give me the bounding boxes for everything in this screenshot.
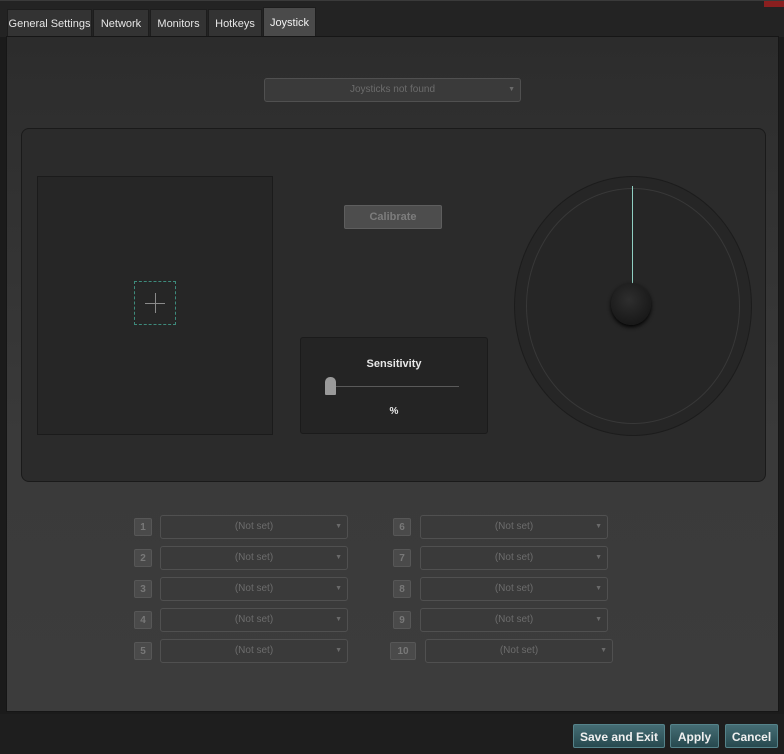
chevron-down-icon: ▼ <box>595 523 602 530</box>
slot-select[interactable]: (Not set) ▼ <box>160 577 348 601</box>
joystick-device-value: Joysticks not found <box>349 84 436 95</box>
tab-hotkeys[interactable]: Hotkeys <box>208 9 262 37</box>
joystick-preview-area: Calibrate Sensitivity % <box>21 128 766 482</box>
slot-number: 2 <box>134 549 152 567</box>
rotation-dial <box>514 176 752 436</box>
calibrate-button[interactable]: Calibrate <box>344 205 442 229</box>
slot-select[interactable]: (Not set) ▼ <box>425 639 613 663</box>
action-bar: Save and Exit Apply Cancel <box>0 714 784 754</box>
slot-value: (Not set) <box>494 552 534 563</box>
slot-number: 6 <box>393 518 411 536</box>
joystick-device-select[interactable]: Joysticks not found ▼ <box>264 78 521 102</box>
slot-number: 5 <box>134 642 152 660</box>
crosshair-icon <box>134 281 176 325</box>
chevron-down-icon: ▼ <box>335 647 342 654</box>
crosshair-vertical <box>155 293 156 313</box>
tab-joystick[interactable]: Joystick <box>263 7 316 38</box>
slot-value: (Not set) <box>494 614 534 625</box>
slot-number: 9 <box>393 611 411 629</box>
slot-value: (Not set) <box>234 552 274 563</box>
chevron-down-icon: ▼ <box>508 86 515 93</box>
slot-value: (Not set) <box>234 614 274 625</box>
sensitivity-panel: Sensitivity % <box>300 337 488 434</box>
chevron-down-icon: ▼ <box>335 554 342 561</box>
chevron-down-icon: ▼ <box>335 616 342 623</box>
sensitivity-slider-thumb[interactable] <box>325 377 336 395</box>
chevron-down-icon: ▼ <box>595 585 602 592</box>
cancel-button[interactable]: Cancel <box>725 724 778 748</box>
slot-select[interactable]: (Not set) ▼ <box>160 608 348 632</box>
chevron-down-icon: ▼ <box>595 616 602 623</box>
slot-value: (Not set) <box>234 645 274 656</box>
tab-monitors[interactable]: Monitors <box>150 9 207 37</box>
slot-value: (Not set) <box>494 583 534 594</box>
tab-network[interactable]: Network <box>93 9 149 37</box>
sensitivity-slider-track[interactable] <box>335 386 459 387</box>
sensitivity-value: % <box>389 406 399 417</box>
chevron-down-icon: ▼ <box>335 585 342 592</box>
slot-select[interactable]: (Not set) ▼ <box>420 608 608 632</box>
slot-select[interactable]: (Not set) ▼ <box>420 546 608 570</box>
slot-number: 8 <box>393 580 411 598</box>
save-and-exit-button[interactable]: Save and Exit <box>573 724 665 748</box>
dial-knob <box>611 283 651 325</box>
tab-bar: General Settings Network Monitors Hotkey… <box>0 0 784 38</box>
sensitivity-title: Sensitivity <box>366 358 422 370</box>
slot-number: 4 <box>134 611 152 629</box>
slot-select[interactable]: (Not set) ▼ <box>420 577 608 601</box>
slot-select[interactable]: (Not set) ▼ <box>160 546 348 570</box>
slot-number: 3 <box>134 580 152 598</box>
slot-number: 1 <box>134 518 152 536</box>
slot-value: (Not set) <box>234 521 274 532</box>
joystick-settings-panel: Joysticks not found ▼ Calibrate Sensitiv… <box>6 36 779 712</box>
apply-button[interactable]: Apply <box>670 724 719 748</box>
slot-number: 10 <box>390 642 416 660</box>
slot-select[interactable]: (Not set) ▼ <box>160 639 348 663</box>
slot-value: (Not set) <box>494 521 534 532</box>
axis-position-pad <box>37 176 273 435</box>
slot-value: (Not set) <box>499 645 539 656</box>
slot-select[interactable]: (Not set) ▼ <box>160 515 348 539</box>
tab-general-settings[interactable]: General Settings <box>7 9 92 37</box>
window-close-edge[interactable] <box>764 1 784 7</box>
slot-value: (Not set) <box>234 583 274 594</box>
chevron-down-icon: ▼ <box>600 647 607 654</box>
chevron-down-icon: ▼ <box>335 523 342 530</box>
chevron-down-icon: ▼ <box>595 554 602 561</box>
slot-select[interactable]: (Not set) ▼ <box>420 515 608 539</box>
slot-number: 7 <box>393 549 411 567</box>
